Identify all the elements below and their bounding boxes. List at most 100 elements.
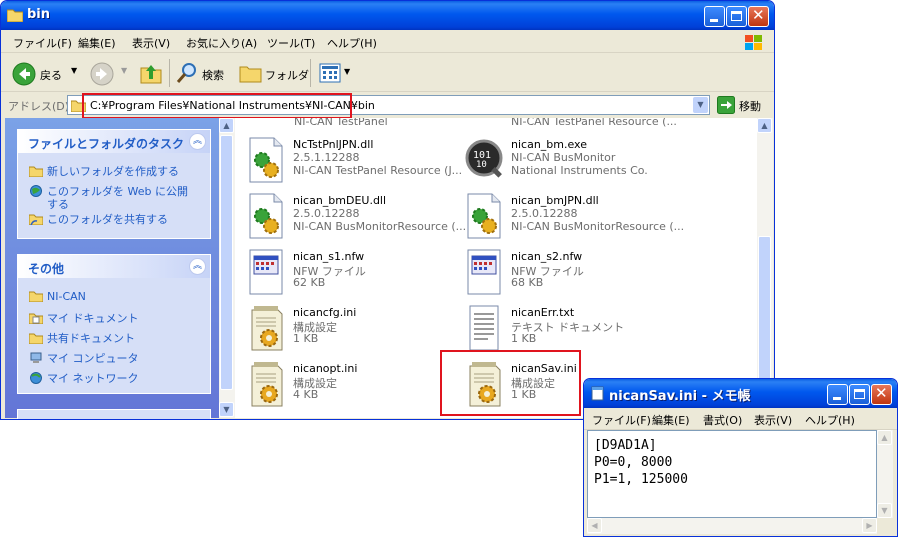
up-folder-icon[interactable] xyxy=(139,61,163,85)
file-list-scrollbar[interactable]: ▲ ▼ xyxy=(757,118,773,418)
go-arrow-icon[interactable] xyxy=(717,96,735,114)
file-detail: NI-CAN TestPanel Resource (J... xyxy=(293,164,463,177)
task-publish-web-cont[interactable]: する xyxy=(47,196,69,212)
back-arrow-icon[interactable] xyxy=(12,62,36,86)
menu-help[interactable]: ヘルプ(H) xyxy=(805,412,855,428)
file-item[interactable]: nicanErr.txt テキスト ドキュメント 1 KB xyxy=(462,302,680,354)
file-type: 2.5.1.12288 xyxy=(293,151,360,164)
place-nican[interactable]: NI-CAN xyxy=(29,290,86,303)
file-detail: NI-CAN BusMonitorResource (... xyxy=(293,220,467,233)
nfw-file-icon xyxy=(462,248,506,296)
views-dropdown-icon[interactable]: ▼ xyxy=(344,67,350,76)
menu-favorites[interactable]: お気に入り(A) xyxy=(186,35,257,51)
collapse-chevron-icon[interactable]: ︽ xyxy=(189,133,206,150)
menu-help[interactable]: ヘルプ(H) xyxy=(327,35,377,51)
scroll-left-button[interactable]: ◀ xyxy=(587,518,602,533)
scroll-down-button[interactable]: ▼ xyxy=(877,503,892,518)
place-my-computer[interactable]: マイ コンピュータ xyxy=(29,350,139,366)
scroll-thumb[interactable] xyxy=(758,236,771,396)
task-pane-scrollbar[interactable]: ▲ ▼ xyxy=(219,118,235,418)
notepad-content: [D9AD1A] P0=0, 8000 P1=1, 125000 xyxy=(594,438,688,487)
text-document-icon xyxy=(462,304,506,352)
file-detail: 1 KB xyxy=(293,332,319,345)
back-dropdown-icon[interactable]: ▼ xyxy=(71,66,77,75)
dll-gear-icon xyxy=(244,192,288,240)
file-name: nicanopt.ini xyxy=(293,362,358,375)
task-new-folder[interactable]: 新しいフォルダを作成する xyxy=(29,163,179,179)
file-description: NI-CAN TestPanel xyxy=(294,118,388,128)
file-detail: 62 KB xyxy=(293,276,326,289)
scroll-up-button[interactable]: ▲ xyxy=(757,118,772,133)
file-item[interactable]: 101 10 nican_bm.exe NI-CAN BusMonitor Nation… xyxy=(462,134,680,186)
other-places-panel: その他 ︽ NI-CAN マイ ドキュメント 共有ドキュメント マイ コンピュー… xyxy=(17,254,211,394)
forward-dropdown-icon[interactable]: ▼ xyxy=(121,66,127,75)
share-folder-icon xyxy=(29,214,43,225)
minimize-button[interactable] xyxy=(827,384,848,405)
windows-logo-icon xyxy=(745,35,762,50)
collapse-chevron-icon[interactable]: ︽ xyxy=(189,258,206,275)
minimize-button[interactable] xyxy=(704,6,725,27)
maximize-button[interactable] xyxy=(849,384,870,405)
menu-format[interactable]: 書式(O) xyxy=(703,412,742,428)
scroll-right-button[interactable]: ▶ xyxy=(862,518,877,533)
details-panel-partial xyxy=(17,409,211,419)
task-share-folder[interactable]: このフォルダを共有する xyxy=(29,211,168,227)
scroll-thumb[interactable] xyxy=(220,135,233,390)
file-item[interactable]: nican_bmJPN.dll 2.5.0.12288 NI-CAN BusMoni… xyxy=(462,190,684,242)
scroll-up-button[interactable]: ▲ xyxy=(219,118,234,133)
place-my-network[interactable]: マイ ネットワーク xyxy=(29,370,139,386)
file-tasks-panel: ファイルとフォルダのタスク ︽ 新しいフォルダを作成する このフォルダを Web… xyxy=(17,129,211,239)
toolbar-separator xyxy=(310,59,311,87)
place-my-documents[interactable]: マイ ドキュメント xyxy=(29,310,139,326)
file-name: nicanErr.txt xyxy=(511,306,575,319)
menu-view[interactable]: 表示(V) xyxy=(132,35,170,51)
notepad-titlebar[interactable]: nicanSav.ini - メモ帳 ✕ xyxy=(584,379,897,408)
folders-icon[interactable] xyxy=(239,62,263,84)
back-button[interactable]: 戻る xyxy=(40,67,62,83)
explorer-titlebar[interactable]: bin ✕ xyxy=(1,1,774,30)
notepad-vscrollbar[interactable]: ▲ ▼ xyxy=(877,430,893,518)
go-button[interactable]: 移動 xyxy=(739,98,761,114)
file-name: nican_s2.nfw xyxy=(511,250,583,263)
my-documents-icon xyxy=(29,313,43,324)
address-dropdown-button[interactable]: ▼ xyxy=(693,97,708,113)
notepad-text-area[interactable]: [D9AD1A] P0=0, 8000 P1=1, 125000 xyxy=(587,430,877,518)
close-button[interactable]: ✕ xyxy=(871,384,892,405)
svg-text:10: 10 xyxy=(476,160,487,170)
file-type: 2.5.0.12288 xyxy=(511,207,578,220)
menu-tools[interactable]: ツール(T) xyxy=(267,35,315,51)
file-name: nican_bm.exe xyxy=(511,138,587,151)
menu-edit[interactable]: 編集(E) xyxy=(652,412,690,428)
toolbar-separator xyxy=(169,59,170,87)
notepad-hscrollbar[interactable]: ◀ ▶ xyxy=(587,518,877,534)
menu-file[interactable]: ファイル(F) xyxy=(592,412,651,428)
file-tasks-header[interactable]: ファイルとフォルダのタスク ︽ xyxy=(18,130,210,153)
notepad-window: nicanSav.ini - メモ帳 ✕ ファイル(F) 編集(E) 書式(O)… xyxy=(583,378,898,537)
file-type: 2.5.0.12288 xyxy=(293,207,360,220)
menu-view[interactable]: 表示(V) xyxy=(754,412,792,428)
file-item[interactable]: nican_s1.nfw NFW ファイル 62 KB xyxy=(244,246,462,298)
search-button[interactable]: 検索 xyxy=(202,67,224,83)
new-folder-icon xyxy=(29,166,43,177)
maximize-button[interactable] xyxy=(726,6,747,27)
address-highlight-box xyxy=(82,93,352,119)
file-detail: 4 KB xyxy=(293,388,319,401)
file-item[interactable]: NcTstPnlJPN.dll 2.5.1.12288 NI-CAN TestPan… xyxy=(244,134,462,186)
other-places-header[interactable]: その他 ︽ xyxy=(18,255,210,278)
search-icon[interactable] xyxy=(175,61,199,85)
forward-arrow-icon[interactable] xyxy=(90,62,114,86)
menu-edit[interactable]: 編集(E) xyxy=(78,35,116,51)
views-icon[interactable] xyxy=(319,63,341,83)
scroll-up-button[interactable]: ▲ xyxy=(877,430,892,445)
close-button[interactable]: ✕ xyxy=(748,6,769,27)
file-item[interactable]: nican_s2.nfw NFW ファイル 68 KB xyxy=(462,246,680,298)
file-item[interactable]: nicancfg.ini 構成設定 1 KB xyxy=(244,302,462,354)
menu-file[interactable]: ファイル(F) xyxy=(13,35,72,51)
file-item[interactable]: nicanopt.ini 構成設定 4 KB xyxy=(244,358,462,410)
nfw-file-icon xyxy=(244,248,288,296)
file-description: NI-CAN TestPanel Resource (... xyxy=(511,118,677,128)
file-item[interactable]: nican_bmDEU.dll 2.5.0.12288 NI-CAN BusMoni… xyxy=(244,190,466,242)
folders-button[interactable]: フォルダ xyxy=(265,67,309,83)
place-shared-documents[interactable]: 共有ドキュメント xyxy=(29,330,135,346)
scroll-down-button[interactable]: ▼ xyxy=(219,402,234,417)
